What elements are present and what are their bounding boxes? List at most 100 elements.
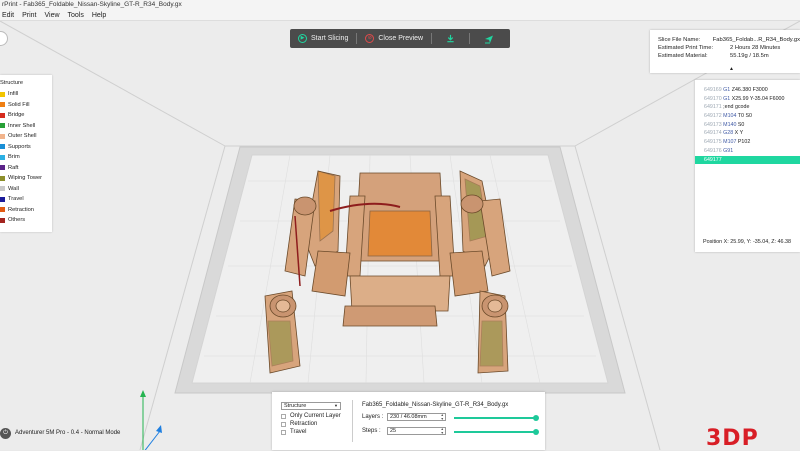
legend-swatch [0, 112, 5, 118]
legend-swatch [0, 186, 5, 192]
gcode-args: S0 [736, 121, 745, 128]
legend-item: Wiping Tower [0, 173, 52, 184]
checkbox-box[interactable] [281, 421, 286, 427]
close-preview-button[interactable]: ⊘ Close Preview [357, 29, 431, 48]
gcode-line-number: 649173 [704, 121, 722, 128]
legend-label: Solid Fill [8, 101, 30, 108]
gcode-args: X Y [733, 130, 744, 137]
legend-label: Raft [8, 164, 19, 171]
legend-item: Bridge [0, 110, 52, 121]
gcode-line[interactable]: 649175 M107 P102 [695, 138, 800, 147]
retraction-checkbox[interactable]: Retraction [281, 421, 317, 427]
gcode-line[interactable]: 649169 G1 Z46.380 F3000 [695, 86, 800, 95]
layers-slider[interactable] [454, 415, 540, 421]
info-row: Estimated Material: 55.19g / 18.5m [658, 52, 800, 60]
only-current-layer-checkbox[interactable]: Only Current Layer [281, 413, 341, 419]
checkbox-box[interactable] [281, 429, 286, 435]
gcode-line[interactable]: 649171 ;end gcode [695, 103, 800, 112]
gcode-line-number: 649176 [704, 147, 722, 154]
position-readout: Position X: 25.99, Y: -35.04, Z: 46.38 [703, 239, 792, 245]
legend-swatch [0, 175, 5, 181]
legend-label: Infill [8, 91, 19, 98]
legend-swatch [0, 102, 5, 108]
info-value: Fab365_Foldab...R_R34_Body.gx [712, 37, 800, 43]
spinner-arrows-icon[interactable]: ▲ ▼ [441, 427, 444, 435]
layers-slider-handle[interactable] [533, 415, 540, 421]
travel-checkbox[interactable]: Travel [281, 429, 306, 435]
layers-label: Layers : [362, 414, 384, 420]
info-key: Slice File Name: [658, 37, 701, 43]
layers-value: 230 / 46.08mm [390, 414, 427, 420]
checkbox-label: Travel [290, 429, 307, 435]
legend-swatch [0, 123, 5, 129]
legend-item: Inner Shell [0, 121, 52, 132]
structure-legend: Structure Infill Solid Fill Bridge Inner Sh… [0, 75, 52, 232]
gcode-line-number: 649172 [704, 113, 722, 120]
printer-status-label: Adventurer 5M Pro - 0.4 - Normal Mode [15, 430, 121, 436]
legend-item: Infill [0, 89, 52, 100]
start-slicing-label: Start Slicing [311, 35, 349, 42]
legend-swatch [0, 154, 5, 160]
legend-item: Solid Fill [0, 100, 52, 111]
send-to-printer-button[interactable] [470, 29, 507, 48]
gcode-args: T0 S0 [736, 113, 752, 120]
menu-print[interactable]: Print [22, 10, 36, 20]
gcode-line[interactable]: 649170 G1 X25.99 Y-35.04 F6000 [695, 95, 800, 104]
menu-bar: Edit Print View Tools Help [0, 10, 800, 21]
steps-slider[interactable] [454, 429, 540, 435]
legend-label: Brim [8, 154, 20, 161]
info-row: Slice File Name: Fab365_Foldab...R_R34_B… [658, 36, 800, 44]
info-key: Estimated Print Time: [658, 45, 714, 51]
no-preview-icon: ⊘ [365, 34, 375, 43]
legend-swatch [0, 144, 5, 150]
view-mode-value: Structure [284, 403, 307, 409]
gcode-line[interactable]: 649172 M104 T0 S0 [695, 112, 800, 121]
download-icon [447, 34, 454, 43]
legend-title: Structure [0, 80, 24, 86]
menu-view[interactable]: View [44, 10, 59, 20]
checkbox-label: Only Current Layer [290, 413, 341, 419]
layers-input[interactable]: 230 / 46.08mm ▲ ▼ [387, 413, 446, 421]
gcode-args: ;end gcode [723, 104, 750, 111]
legend-swatch [0, 165, 5, 171]
start-slicing-button[interactable]: ▶ Start Slicing [290, 29, 356, 48]
legend-label: Retraction [8, 206, 34, 213]
menu-help[interactable]: Help [92, 10, 106, 20]
steps-slider-handle[interactable] [533, 429, 540, 435]
legend-label: Wall [8, 185, 19, 192]
menu-tools[interactable]: Tools [68, 10, 84, 20]
gcode-line-number: 649171 [704, 104, 722, 111]
gcode-command: G91 [723, 147, 734, 154]
printer-status[interactable]: ⏻ Adventurer 5M Pro - 0.4 - Normal Mode [0, 427, 120, 439]
send-icon [484, 35, 493, 43]
gcode-command: M104 [723, 113, 737, 120]
gcode-viewer[interactable]: 649169 G1 Z46.380 F3000 649170 G1 X25.99 … [695, 80, 800, 252]
3d-viewport[interactable] [0, 21, 800, 450]
gcode-line[interactable]: 649174 G28 X Y [695, 129, 800, 138]
gcode-command: G28 [723, 130, 734, 137]
collapse-caret-icon[interactable]: ▲ [729, 66, 734, 72]
info-key: Estimated Material: [658, 53, 708, 59]
gcode-line[interactable]: 649173 M140 S0 [695, 121, 800, 130]
export-button[interactable] [432, 29, 469, 48]
legend-item: Supports [0, 142, 52, 153]
gcode-command: M107 [723, 139, 737, 146]
gcode-command: M140 [723, 121, 737, 128]
gcode-args: P102 [736, 139, 751, 146]
gcode-line-number: 649175 [704, 139, 722, 146]
checkbox-box[interactable] [281, 413, 286, 419]
layer-controls-panel: Structure ▼ Only Current Layer Retractio… [272, 392, 545, 450]
play-icon: ▶ [298, 34, 307, 43]
chevron-down-icon: ▼ [334, 403, 338, 408]
view-mode-select[interactable]: Structure ▼ [281, 402, 341, 410]
spinner-arrows-icon[interactable]: ▲ ▼ [441, 413, 444, 421]
checkbox-label: Retraction [290, 421, 318, 427]
legend-label: Bridge [8, 112, 25, 119]
gcode-line[interactable]: 649177 [695, 155, 800, 165]
legend-label: Inner Shell [8, 122, 36, 129]
gcode-line[interactable]: 649176 G91 [695, 147, 800, 156]
steps-input[interactable]: 25 ▲ ▼ [387, 427, 446, 435]
build-plate-scene[interactable] [0, 21, 800, 450]
gcode-line-number: 649169 [704, 87, 722, 93]
menu-edit[interactable]: Edit [2, 10, 14, 20]
